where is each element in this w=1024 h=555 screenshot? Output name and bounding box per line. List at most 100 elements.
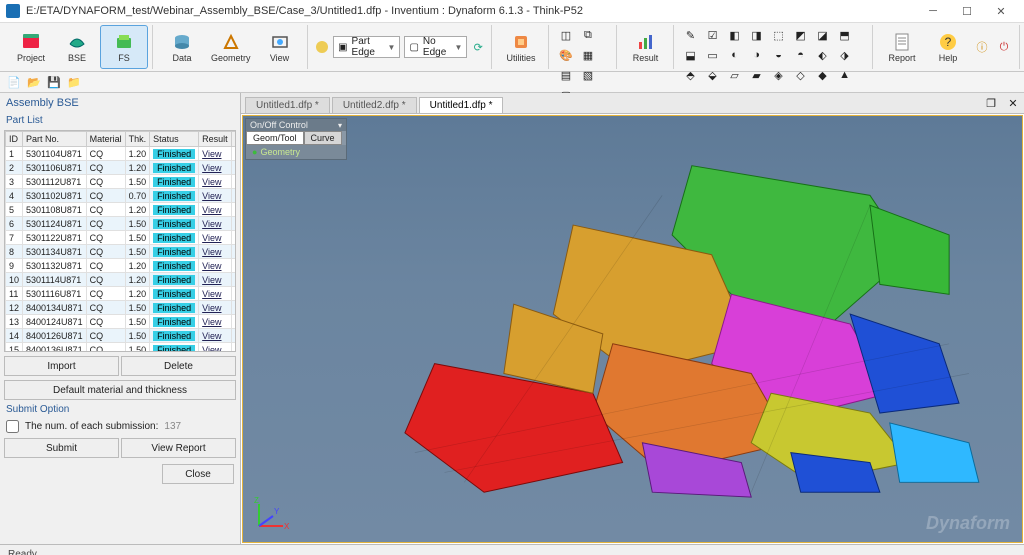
tool-icon[interactable]: ▱ [724,65,746,85]
table-row[interactable]: 128400134U871CQ1.50FinishedView★ [6,301,237,315]
tool-icon[interactable]: ⬗ [834,45,856,65]
icon-mirror[interactable]: ⧉ [577,25,599,45]
table-row[interactable]: 85301134U871CQ1.50FinishedView★ [6,245,237,259]
geometry-button[interactable]: Geometry [205,25,257,69]
star-icon[interactable]: ★ [235,190,236,201]
star-icon[interactable]: ★ [235,330,236,341]
view-report-button[interactable]: View Report [121,438,236,458]
view-result-link[interactable]: View [202,191,221,201]
save-icon[interactable]: 💾 [46,74,62,90]
table-row[interactable]: 105301114U871CQ1.20FinishedView★ [6,273,237,287]
view-result-link[interactable]: View [202,149,221,159]
tool-icon[interactable]: ⬙ [702,65,724,85]
delete-button[interactable]: Delete [121,356,236,376]
view-button[interactable]: View [257,25,303,69]
table-row[interactable]: 75301122U871CQ1.50FinishedView★ [6,231,237,245]
star-icon[interactable]: ★ [235,288,236,299]
table-row[interactable]: 115301116U871CQ1.20FinishedView★ [6,287,237,301]
shade-toggle-icon[interactable] [314,37,332,57]
tool-icon[interactable]: ⬚ [768,25,790,45]
part-list-table[interactable]: ID Part No. Material Thk. Status Result … [4,130,236,352]
tool-icon[interactable]: ◑ [746,45,768,65]
tool-icon[interactable]: ▭ [702,45,724,65]
view-result-link[interactable]: View [202,345,221,353]
fs-button[interactable]: FS [100,25,148,69]
view-result-link[interactable]: View [202,219,221,229]
tool-icon[interactable]: ◪ [812,25,834,45]
star-icon[interactable]: ★ [235,218,236,229]
tool-icon[interactable]: ◧ [724,25,746,45]
star-icon[interactable]: ★ [235,316,236,327]
tool-icon[interactable]: ◆ [812,65,834,85]
view-result-link[interactable]: View [202,275,221,285]
view-result-link[interactable]: View [202,261,221,271]
utilities-button[interactable]: Utilities [498,25,544,69]
project-button[interactable]: Project [8,25,54,69]
view-result-link[interactable]: View [202,247,221,257]
tabs-restore-icon[interactable]: ❐ [980,93,1002,113]
icon-palette[interactable]: 🎨 [555,45,577,65]
overlay-pin-icon[interactable]: ▾ [338,121,342,130]
view-result-link[interactable]: View [202,177,221,187]
icon-check[interactable]: ▧ [577,65,599,85]
tabs-close-icon[interactable]: ✕ [1002,93,1024,113]
icon-layers[interactable]: ▦ [577,45,599,65]
tool-icon[interactable]: ◇ [790,65,812,85]
view-result-link[interactable]: View [202,331,221,341]
icon-grid[interactable]: ▤ [555,65,577,85]
col-id[interactable]: ID [6,132,23,147]
viewport-canvas[interactable]: On/Off Control ▾ Geom/Tool Curve ●Geomet… [242,115,1023,543]
tool-icon[interactable]: ◩ [790,25,812,45]
col-result[interactable]: Result [199,132,232,147]
num-each-checkbox[interactable] [6,420,19,433]
tool-icon[interactable]: ⬓ [680,45,702,65]
col-material[interactable]: Material [86,132,125,147]
overlay-tab-curve[interactable]: Curve [304,131,342,145]
close-panel-button[interactable]: Close [162,464,234,484]
tool-icon[interactable]: ◨ [746,25,768,45]
tool-icon[interactable]: ⬒ [834,25,856,45]
table-row[interactable]: 35301112U871CQ1.50FinishedView★ [6,175,237,189]
star-icon[interactable]: ★ [235,162,236,173]
view-result-link[interactable]: View [202,163,221,173]
help-button[interactable]: ? Help [925,25,971,69]
tool-icon[interactable]: ☑ [702,25,724,45]
table-row[interactable]: 138400124U871CQ1.50FinishedView★ [6,315,237,329]
bse-button[interactable]: BSE [54,25,100,69]
edge-mode-select[interactable]: ▣ Part Edge▼ [333,36,400,58]
open-file-icon[interactable]: 📂 [26,74,42,90]
tool-icon[interactable]: ▲ [834,65,856,85]
table-row[interactable]: 15301104U871CQ1.20FinishedView★ [6,147,237,161]
exit-icon[interactable]: ⏻ [993,37,1015,57]
document-tab[interactable]: Untitled1.dfp * [245,97,330,113]
star-icon[interactable]: ★ [235,260,236,271]
no-edge-select[interactable]: ▢ No Edge▼ [404,36,467,58]
tool-icon[interactable]: ✎ [680,25,702,45]
result-button[interactable]: Result [623,25,669,69]
star-icon[interactable]: ★ [235,344,236,352]
star-icon[interactable]: ★ [235,176,236,187]
default-material-button[interactable]: Default material and thickness [4,380,236,400]
view-result-link[interactable]: View [202,317,221,327]
col-status[interactable]: Status [150,132,199,147]
view-result-link[interactable]: View [202,303,221,313]
tool-icon[interactable]: ◒ [768,45,790,65]
table-row[interactable]: 158400136U871CQ1.50FinishedView★ [6,343,237,353]
tool-icon[interactable]: ⬖ [812,45,834,65]
info-icon[interactable]: ⓘ [971,37,993,57]
col-thk[interactable]: Thk. [125,132,150,147]
onoff-control-overlay[interactable]: On/Off Control ▾ Geom/Tool Curve ●Geomet… [245,118,347,160]
document-tab[interactable]: Untitled2.dfp * [332,97,417,113]
tool-icon[interactable]: ▰ [746,65,768,85]
tool-icon[interactable]: ◈ [768,65,790,85]
import-button[interactable]: Import [4,356,119,376]
tool-icon[interactable]: ⬘ [680,65,702,85]
folder-icon[interactable]: 📁 [66,74,82,90]
overlay-tab-geom[interactable]: Geom/Tool [246,131,304,145]
minimize-button[interactable]: ─ [916,2,950,20]
overlay-tree-item[interactable]: Geometry [260,147,300,157]
refresh-icon[interactable]: ⟳ [469,37,487,57]
icon-align[interactable]: ◫ [555,25,577,45]
maximize-button[interactable]: ☐ [950,2,984,20]
tool-icon[interactable]: ◐ [724,45,746,65]
